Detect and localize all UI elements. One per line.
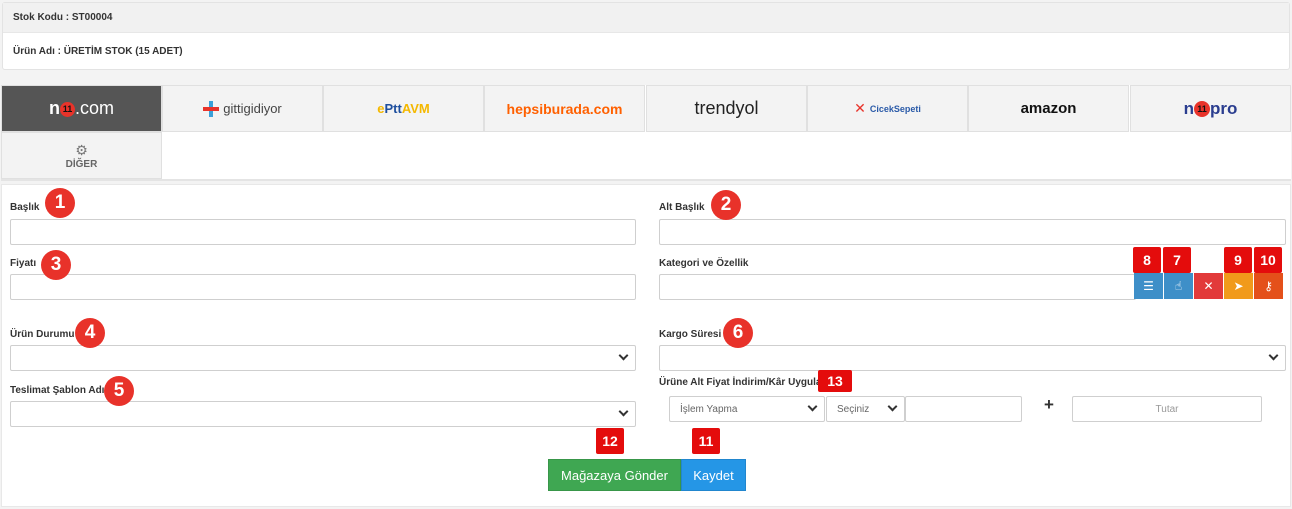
shipping-select[interactable] <box>659 345 1286 371</box>
tab-gittigidiyor[interactable]: gittigidiyor <box>162 85 323 132</box>
type-select-value: Seçiniz <box>837 404 870 415</box>
send-button[interactable]: ➤ <box>1224 273 1253 299</box>
annotation-1: 1 <box>45 188 75 218</box>
tab-ciceksepeti[interactable]: ✕ CicekSepeti <box>807 85 968 132</box>
annotation-11: 11 <box>692 428 720 454</box>
discount-value-input[interactable] <box>905 396 1022 422</box>
annotation-4: 4 <box>75 318 105 348</box>
annotation-2: 2 <box>711 190 741 220</box>
product-form: Başlık Fiyatı Ürün Durumu Teslimat Şablo… <box>1 184 1291 507</box>
close-icon: ✕ <box>1203 279 1214 293</box>
send-icon: ➤ <box>1233 279 1244 293</box>
gears-icon: ⚙ <box>75 141 88 158</box>
product-name: Ürün Adı : ÜRETİM STOK (15 ADET) <box>13 46 183 57</box>
tab-hepsiburada[interactable]: hepsiburada.com <box>484 85 645 132</box>
condition-label: Ürün Durumu <box>10 329 75 340</box>
chevron-down-icon <box>807 401 818 412</box>
annotation-6: 6 <box>723 318 753 348</box>
ciceksepeti-logo: ✕ CicekSepeti <box>854 100 921 116</box>
plus-sign: + <box>1044 395 1054 414</box>
condition-select[interactable] <box>10 345 636 371</box>
category-label: Kategori ve Özellik <box>659 258 749 269</box>
chevron-down-icon <box>887 401 898 412</box>
price-input[interactable] <box>10 274 636 300</box>
title-input[interactable] <box>10 219 636 245</box>
discount-label: Ürüne Alt Fiyat İndirim/Kâr Uygula <box>659 377 822 388</box>
delivery-template-select[interactable] <box>10 401 636 427</box>
tab-other[interactable]: ⚙ DİĞER <box>1 132 162 179</box>
annotation-10: 10 <box>1254 247 1282 273</box>
title-label: Başlık <box>10 202 40 213</box>
tab-n11[interactable]: n 11 .com <box>1 85 162 132</box>
annotation-12: 12 <box>596 428 624 454</box>
send-to-store-button[interactable]: Mağazaya Gönder <box>548 459 681 491</box>
subtitle-label: Alt Başlık <box>659 202 705 213</box>
annotation-9: 9 <box>1224 247 1252 273</box>
hepsiburada-logo: hepsiburada.com <box>506 100 623 117</box>
amazon-logo: amazon <box>1020 100 1077 117</box>
pointer-icon: ☝ <box>1174 279 1183 293</box>
n11-logo: n 11 .com <box>48 98 114 118</box>
n11pro-logo: n 11 pro <box>1183 98 1238 118</box>
sliders-button[interactable]: ☰ <box>1134 273 1163 299</box>
chevron-down-icon <box>1268 350 1279 361</box>
chevron-down-icon <box>618 350 629 361</box>
trendyol-logo: trendyol <box>694 98 759 118</box>
annotation-3: 3 <box>41 250 71 280</box>
delivery-template-label: Teslimat Şablon Adı <box>10 385 105 396</box>
tab-pttavm[interactable]: ePttAVM <box>323 85 484 132</box>
sliders-icon: ☰ <box>1143 279 1154 293</box>
annotation-7: 7 <box>1163 247 1191 273</box>
tab-amazon[interactable]: amazon <box>968 85 1129 132</box>
price-label: Fiyatı <box>10 258 37 269</box>
chevron-down-icon <box>618 406 629 417</box>
operation-select[interactable]: İşlem Yapma <box>669 396 825 422</box>
pointer-button[interactable]: ☝ <box>1164 273 1193 299</box>
key-icon: ⚷ <box>1264 279 1273 293</box>
shipping-label: Kargo Süresi <box>659 329 722 340</box>
tab-n11pro[interactable]: n 11 pro <box>1130 85 1291 132</box>
key-button[interactable]: ⚷ <box>1254 273 1283 299</box>
tab-trendyol[interactable]: trendyol <box>646 85 807 132</box>
stock-info-panel: Stok Kodu : ST00004 Ürün Adı : ÜRETİM ST… <box>2 2 1290 70</box>
clear-button[interactable]: ✕ <box>1194 273 1223 299</box>
stock-code: Stok Kodu : ST00004 <box>3 3 1289 33</box>
gittigidiyor-logo: gittigidiyor <box>203 100 282 117</box>
type-select[interactable]: Seçiniz <box>826 396 905 422</box>
marketplace-tabs: n 11 .com gittigidiyor ePttAVM hepsiburada… <box>1 85 1291 181</box>
tab-other-label: DİĞER <box>65 158 98 170</box>
subtitle-input[interactable] <box>659 219 1286 245</box>
annotation-5: 5 <box>104 376 134 406</box>
annotation-13: 13 <box>818 370 852 392</box>
category-input[interactable] <box>659 274 1136 300</box>
operation-select-value: İşlem Yapma <box>680 404 738 415</box>
save-button[interactable]: Kaydet <box>681 459 746 491</box>
amount-input[interactable]: Tutar <box>1072 396 1262 422</box>
annotation-8: 8 <box>1133 247 1161 273</box>
pttavm-logo: ePttAVM <box>377 101 430 116</box>
